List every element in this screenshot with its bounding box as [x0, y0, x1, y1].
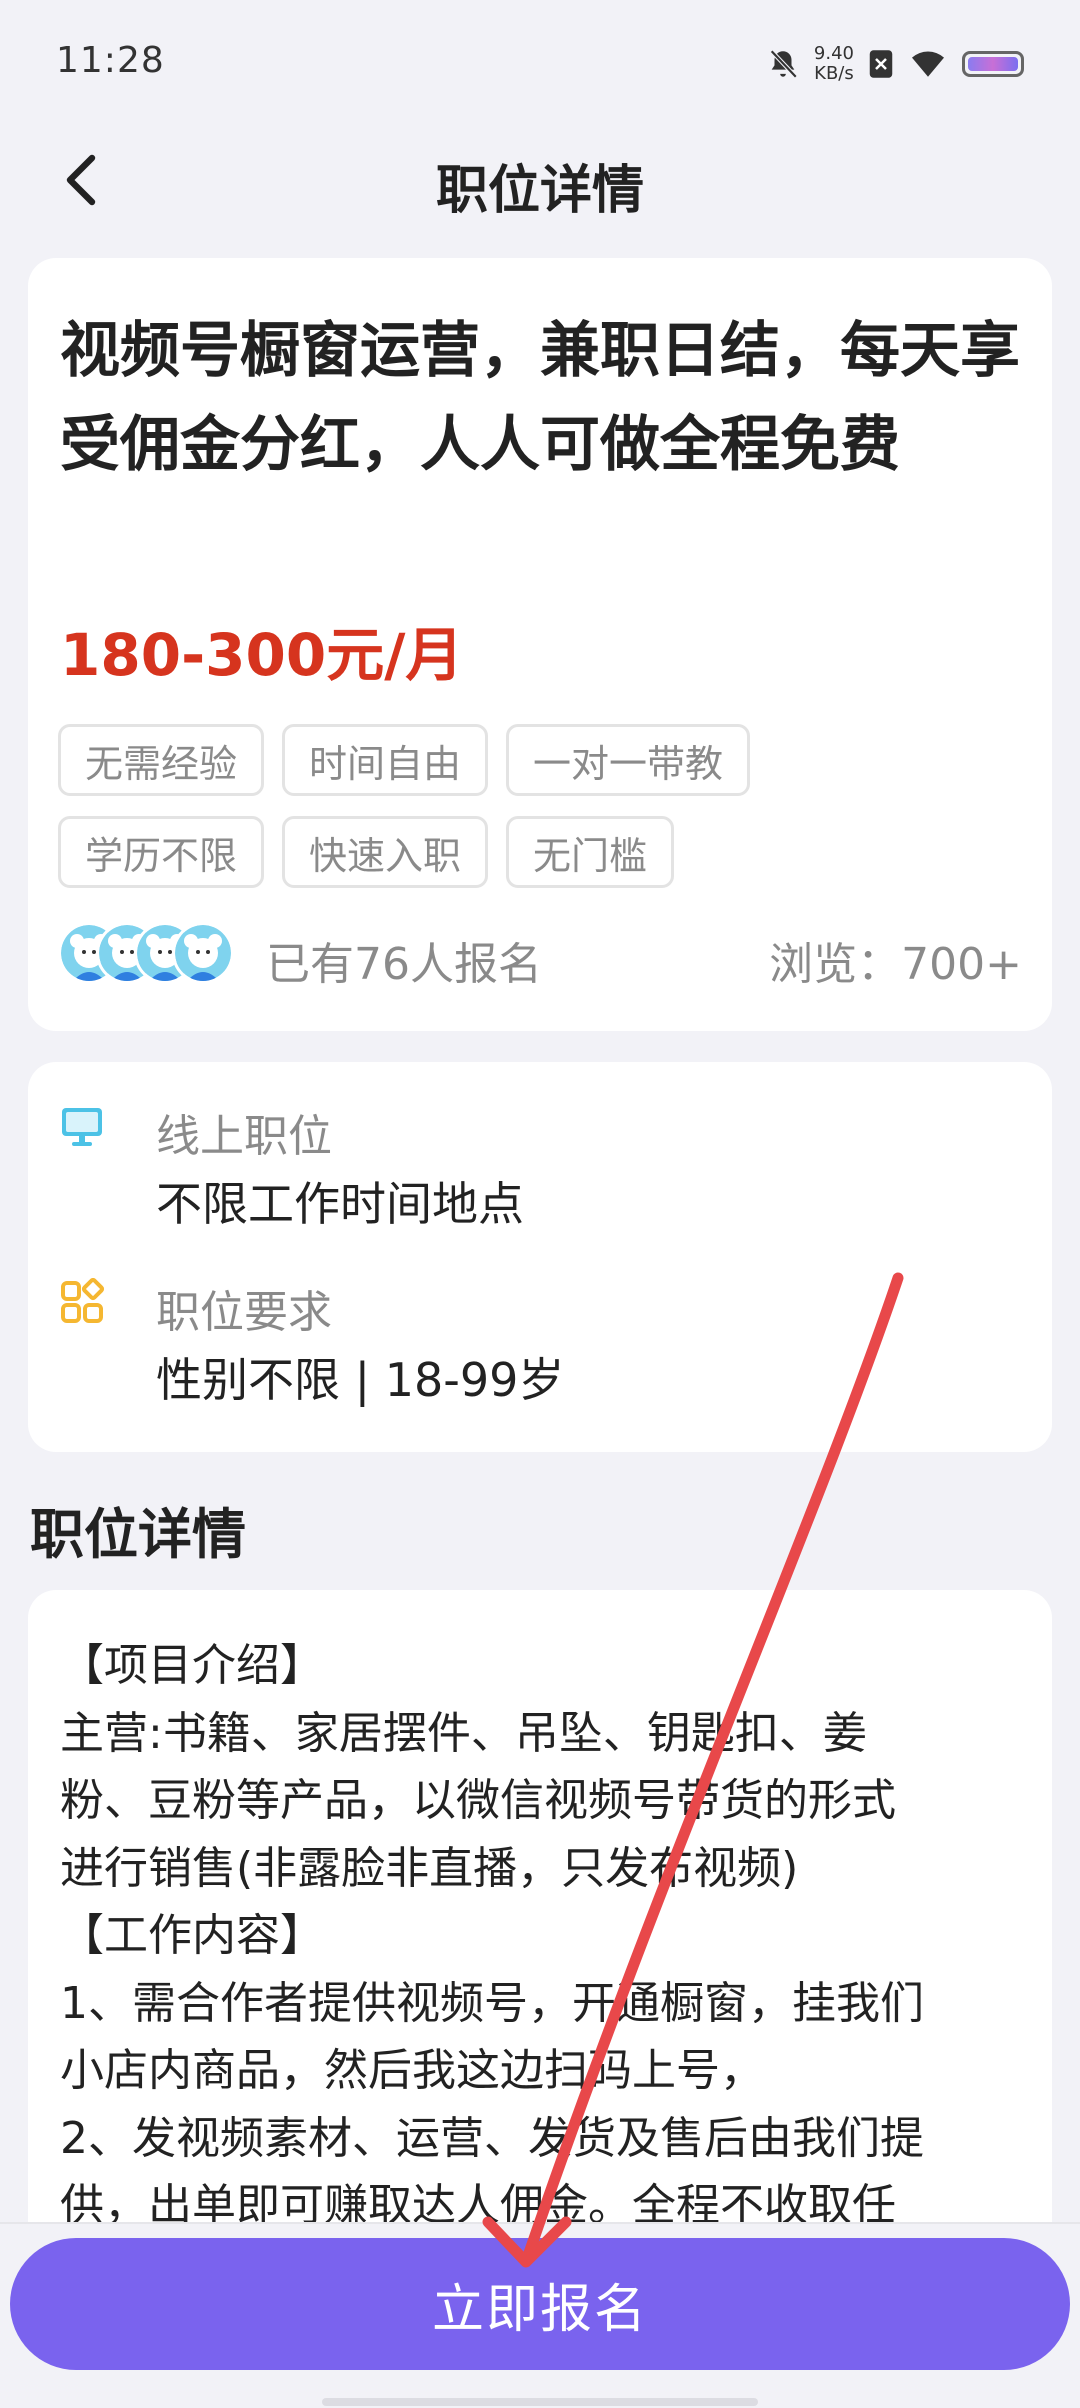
applicant-avatars — [58, 922, 234, 988]
description-line: 小店内商品，然后我这边扫码上号， — [60, 2045, 764, 2096]
bell-off-icon — [770, 49, 798, 79]
requirement-value: 性别不限 | 18-99岁 — [156, 1353, 565, 1407]
job-tag: 快速入职 — [282, 816, 489, 888]
net-speed: 9.40 KB/s — [814, 44, 854, 84]
job-tags: 无需经验 时间自由 一对一带教 学历不限 快速入职 无门槛 — [58, 724, 958, 888]
net-speed-unit: KB/s — [814, 63, 854, 84]
job-tag: 时间自由 — [282, 724, 489, 796]
battery-icon — [962, 51, 1024, 77]
monitor-icon — [62, 1108, 102, 1146]
requirement-label: 职位要求 — [156, 1287, 332, 1338]
job-tag: 无门槛 — [506, 816, 675, 888]
net-speed-value: 9.40 — [813, 43, 854, 64]
battery-level — [968, 57, 1018, 71]
avatar — [172, 922, 234, 984]
job-description: 【项目介绍】 主营:书籍、家居摆件、吊坠、钥匙扣、姜 粉、豆粉等产品，以微信视频… — [60, 1632, 1040, 2240]
description-line: 进行销售(非露脸非直播，只发布视频) — [60, 1842, 799, 1894]
job-info-card: 线上职位 不限工作时间地点 职位要求 性别不限 | 18-99岁 — [28, 1062, 1052, 1452]
location-value: 不限工作时间地点 — [156, 1177, 524, 1231]
grid-icon — [61, 1278, 105, 1323]
status-time: 11:28 — [56, 40, 165, 81]
job-tag: 无需经验 — [58, 724, 265, 796]
job-title: 视频号橱窗运营，兼职日结，每天享受佣金分红，人人可做全程免费 — [60, 316, 1020, 480]
sim-x-icon — [869, 50, 893, 78]
status-bar: 11:28 9.40 KB/s — [0, 0, 1080, 120]
job-tag: 一对一带教 — [506, 724, 751, 796]
page-title: 职位详情 — [435, 161, 644, 221]
bottom-action-bar: 立即报名 — [0, 2222, 1080, 2408]
description-line: 【工作内容】 — [60, 1910, 324, 1961]
details-section-title: 职位详情 — [30, 1503, 246, 1566]
signup-count: 已有76人报名 — [266, 939, 542, 990]
job-summary-card: 视频号橱窗运营，兼职日结，每天享受佣金分红，人人可做全程免费 180-300元/… — [28, 258, 1052, 1031]
job-tag: 学历不限 — [58, 816, 265, 888]
navigation-bar: 职位详情 — [0, 120, 1080, 240]
description-line: 【项目介绍】 — [60, 1640, 324, 1691]
location-label: 线上职位 — [156, 1111, 332, 1162]
description-line: 粉、豆粉等产品，以微信视频号带货的形式 — [60, 1775, 896, 1826]
status-icons: 9.40 KB/s — [766, 36, 1024, 92]
wifi-icon — [912, 51, 944, 77]
description-line: 1、需合作者提供视频号，开通橱窗，挂我们 — [60, 1977, 924, 2029]
view-count: 浏览：700+ — [769, 939, 1022, 990]
bear-avatar-icon — [175, 925, 231, 981]
salary: 180-300元/月 — [60, 621, 464, 689]
description-line: 主营:书籍、家居摆件、吊坠、钥匙扣、姜 — [60, 1707, 867, 1759]
apply-button[interactable]: 立即报名 — [10, 2238, 1070, 2370]
home-indicator[interactable] — [322, 2398, 758, 2406]
description-line: 2、发视频素材、运营、发货及售后由我们提 — [60, 2112, 924, 2164]
